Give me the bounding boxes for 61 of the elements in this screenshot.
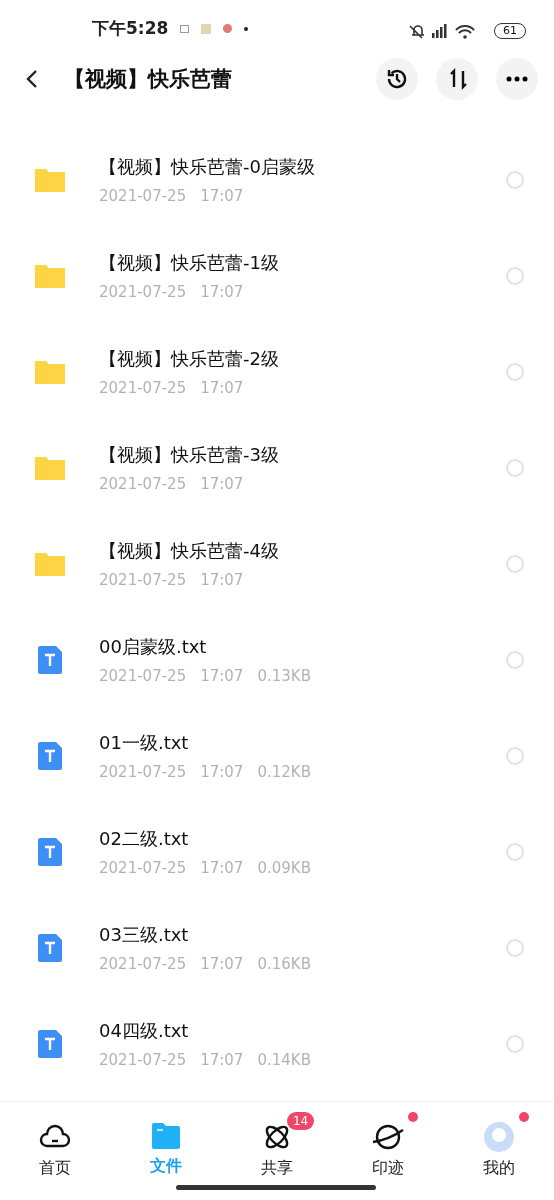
file-time: 17:07 bbox=[200, 763, 244, 781]
calendar-icon bbox=[180, 24, 190, 33]
file-time: 17:07 bbox=[200, 667, 244, 685]
more-icon bbox=[506, 76, 528, 82]
folder-title: 【视频】快乐芭蕾 bbox=[64, 66, 233, 93]
file-date: 2021-07-25 bbox=[99, 379, 187, 397]
file-size: 0.09KB bbox=[257, 859, 311, 877]
file-name[interactable]: 【视频】快乐芭蕾-0启蒙级 bbox=[99, 155, 506, 179]
nav-tab[interactable]: 首页 bbox=[0, 1102, 111, 1200]
nav-tab[interactable]: 我的 bbox=[443, 1102, 554, 1200]
file-name[interactable]: 【视频】快乐芭蕾-4级 bbox=[99, 539, 506, 563]
file-time: 17:07 bbox=[200, 859, 244, 877]
app-icon bbox=[223, 24, 233, 33]
file-time: 17:07 bbox=[200, 283, 244, 301]
select-checkbox[interactable] bbox=[506, 363, 524, 381]
select-checkbox[interactable] bbox=[506, 939, 524, 957]
select-checkbox[interactable] bbox=[506, 747, 524, 765]
image-icon bbox=[201, 23, 212, 34]
file-size: 0.13KB bbox=[257, 667, 311, 685]
more-button[interactable] bbox=[496, 58, 538, 100]
file-time: 17:07 bbox=[200, 1051, 244, 1069]
file-time: 17:07 bbox=[200, 475, 244, 493]
count-badge: 14 bbox=[287, 1112, 315, 1130]
file-date: 2021-07-25 bbox=[99, 1051, 187, 1069]
file-name[interactable]: 【视频】快乐芭蕾-1级 bbox=[99, 251, 506, 275]
file-date: 2021-07-25 bbox=[99, 475, 187, 493]
file-name[interactable]: 00启蒙级.txt bbox=[99, 635, 506, 659]
file-time: 17:07 bbox=[200, 571, 244, 589]
select-checkbox[interactable] bbox=[506, 267, 524, 285]
select-checkbox[interactable] bbox=[506, 171, 524, 189]
file-name[interactable]: 03三级.txt bbox=[99, 923, 506, 947]
file-time: 17:07 bbox=[200, 379, 244, 397]
file-name[interactable]: 04四级.txt bbox=[99, 1019, 506, 1043]
folder-icon bbox=[151, 1122, 182, 1150]
file-time: 17:07 bbox=[200, 187, 244, 205]
history-icon bbox=[385, 67, 409, 91]
history-button[interactable] bbox=[376, 58, 418, 100]
file-date: 2021-07-25 bbox=[99, 763, 187, 781]
file-date: 2021-07-25 bbox=[99, 187, 187, 205]
file-name[interactable]: 01一级.txt bbox=[99, 731, 506, 755]
file-name[interactable]: 【视频】快乐芭蕾-2级 bbox=[99, 347, 506, 371]
select-checkbox[interactable] bbox=[506, 555, 524, 573]
file-date: 2021-07-25 bbox=[99, 667, 187, 685]
select-checkbox[interactable] bbox=[506, 843, 524, 861]
file-size: 0.14KB bbox=[257, 1051, 311, 1069]
file-size: 0.16KB bbox=[257, 955, 311, 973]
select-checkbox[interactable] bbox=[506, 459, 524, 477]
file-date: 2021-07-25 bbox=[99, 283, 187, 301]
sort-button[interactable] bbox=[436, 58, 478, 100]
file-date: 2021-07-25 bbox=[99, 571, 187, 589]
status-time: 下午5:28 bbox=[92, 17, 169, 40]
avatar-icon bbox=[482, 1122, 515, 1152]
file-date: 2021-07-25 bbox=[99, 859, 187, 877]
dot-icon bbox=[244, 26, 249, 31]
select-checkbox[interactable] bbox=[506, 651, 524, 669]
file-size: 0.12KB bbox=[257, 763, 311, 781]
file-name[interactable]: 02二级.txt bbox=[99, 827, 506, 851]
file-date: 2021-07-25 bbox=[99, 955, 187, 973]
file-name[interactable]: 【视频】快乐芭蕾-3级 bbox=[99, 443, 506, 467]
select-checkbox[interactable] bbox=[506, 1035, 524, 1053]
file-time: 17:07 bbox=[200, 955, 244, 973]
